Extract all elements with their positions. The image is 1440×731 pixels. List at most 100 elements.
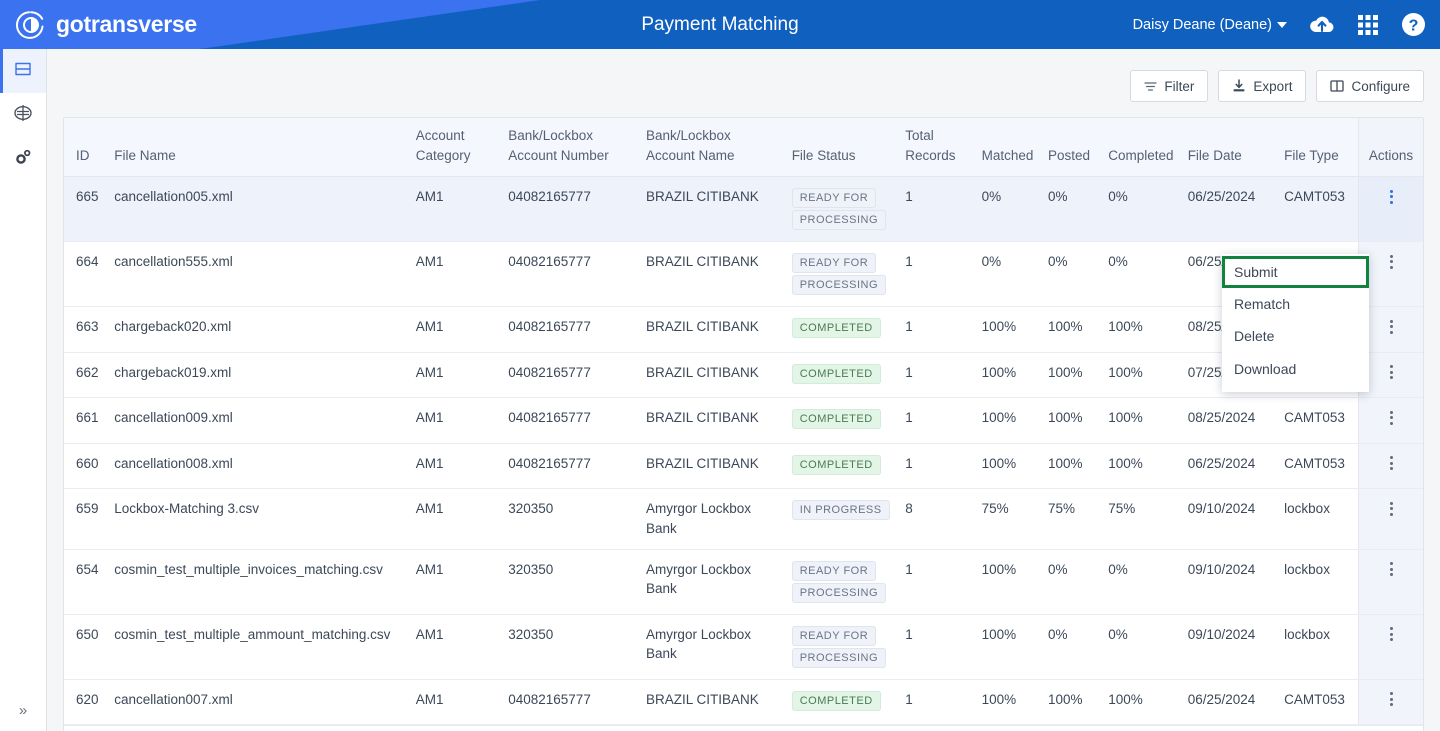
cell-total-records: 1 xyxy=(899,614,976,680)
cell-account-category: AM1 xyxy=(409,443,503,490)
sidebar-item-payment-matching[interactable] xyxy=(0,49,46,93)
row-actions-kebab-icon[interactable] xyxy=(1389,187,1393,206)
cell-posted: 0% xyxy=(1041,549,1103,615)
cell-total-records: 1 xyxy=(899,549,976,615)
row-actions-kebab-icon[interactable] xyxy=(1389,363,1393,382)
table-row[interactable]: 664 cancellation555.xml AM1 04082165777 BRAZ… xyxy=(64,241,1423,308)
table-row[interactable]: 620 cancellation007.xml AM1 04082165777 BRAZ… xyxy=(64,679,1423,726)
cell-total-records: 1 xyxy=(899,679,976,726)
user-name-label: Daisy Deane (Deane) xyxy=(1132,16,1272,33)
cell-matched: 100% xyxy=(975,679,1042,726)
cell-file-name: cosmin_test_multiple_ammount_matching.cs… xyxy=(108,614,410,680)
filter-button[interactable]: Filter xyxy=(1130,70,1209,102)
cell-file-type: CAMT053 xyxy=(1278,679,1359,726)
configure-label: Configure xyxy=(1351,78,1410,94)
menu-item-submit[interactable]: Submit xyxy=(1222,256,1369,289)
table-row[interactable]: 662 chargeback019.xml AM1 04082165777 BRAZIL… xyxy=(64,352,1423,399)
cell-posted: 100% xyxy=(1041,397,1103,444)
cell-account-category: AM1 xyxy=(409,614,503,680)
sidebar-expand-button[interactable]: » xyxy=(0,695,46,725)
cell-account-number: 320350 xyxy=(502,488,640,550)
column-header-posted[interactable]: Posted xyxy=(1041,118,1103,178)
row-actions-kebab-icon[interactable] xyxy=(1389,625,1393,644)
status-badge: COMPLETED xyxy=(791,363,881,384)
cell-file-status: READY FOR PROCESSING xyxy=(785,176,900,243)
column-header-file-status[interactable]: File Status xyxy=(785,118,900,178)
coin-icon xyxy=(13,103,33,128)
cell-file-status: COMPLETED xyxy=(785,352,900,399)
svg-text:?: ? xyxy=(1409,18,1419,35)
table-toolbar: Filter Export Configure xyxy=(63,49,1424,117)
gotransverse-logo-icon xyxy=(16,10,46,40)
brand-logo-area[interactable]: gotransverse xyxy=(16,10,197,40)
column-header-matched[interactable]: Matched xyxy=(975,118,1042,178)
help-circle-icon[interactable]: ? xyxy=(1401,12,1426,37)
table-row[interactable]: 663 chargeback020.xml AM1 04082165777 BRAZIL… xyxy=(64,306,1423,353)
cell-file-status: READY FOR PROCESSING xyxy=(785,614,900,680)
column-header-file-date[interactable]: File Date xyxy=(1181,118,1279,178)
export-button[interactable]: Export xyxy=(1218,70,1307,102)
sidebar-item-settings[interactable] xyxy=(0,137,46,181)
cell-total-records: 1 xyxy=(899,397,976,444)
column-header-id[interactable]: ID xyxy=(64,118,109,178)
row-actions-kebab-icon[interactable] xyxy=(1389,317,1393,336)
cell-account-number: 04082165777 xyxy=(502,679,640,726)
column-header-account-name[interactable]: Bank/Lockbox Account Name xyxy=(639,118,786,178)
cell-id: 662 xyxy=(64,352,109,399)
table-row[interactable]: 660 cancellation008.xml AM1 04082165777 BRAZ… xyxy=(64,443,1423,490)
menu-item-rematch[interactable]: Rematch xyxy=(1222,288,1369,320)
header-actions: Daisy Deane (Deane) ? xyxy=(1133,0,1426,49)
brand-name: gotransverse xyxy=(56,11,197,37)
cell-account-name: BRAZIL CITIBANK xyxy=(639,306,786,353)
column-header-completed[interactable]: Completed xyxy=(1102,118,1182,178)
cell-total-records: 8 xyxy=(899,488,976,550)
cell-account-category: AM1 xyxy=(409,352,503,399)
table-row[interactable]: 654 cosmin_test_multiple_invoices_matchin… xyxy=(64,549,1423,615)
cell-id: 654 xyxy=(64,549,109,615)
cell-actions xyxy=(1358,614,1423,680)
cell-posted: 0% xyxy=(1041,614,1103,680)
cell-completed: 100% xyxy=(1102,306,1182,353)
cell-account-number: 320350 xyxy=(502,549,640,615)
cell-account-name: BRAZIL CITIBANK xyxy=(639,679,786,726)
column-header-total-records[interactable]: Total Records xyxy=(899,118,976,178)
row-actions-menu[interactable]: Submit Rematch Delete Download xyxy=(1222,254,1369,392)
menu-item-delete[interactable]: Delete xyxy=(1222,320,1369,352)
cell-matched: 100% xyxy=(975,397,1042,444)
sidebar-item-billing[interactable] xyxy=(0,93,46,137)
cell-matched: 100% xyxy=(975,352,1042,399)
cell-completed: 0% xyxy=(1102,614,1182,680)
status-badge: COMPLETED xyxy=(791,318,881,339)
cell-actions xyxy=(1358,679,1423,726)
table-footer: 21-30 of 244 items | 10 per page ‹12345…… xyxy=(64,725,1423,731)
row-actions-kebab-icon[interactable] xyxy=(1389,454,1393,473)
cell-id: 660 xyxy=(64,443,109,490)
app-body: » Filter Export Configure ID File Name A… xyxy=(0,49,1440,731)
table-row[interactable]: 665 cancellation005.xml AM1 04082165777 BRAZ… xyxy=(64,176,1423,243)
user-menu-button[interactable]: Daisy Deane (Deane) xyxy=(1133,17,1287,33)
row-actions-kebab-icon[interactable] xyxy=(1389,252,1393,271)
cell-id: 665 xyxy=(64,176,109,243)
column-header-account-category[interactable]: Account Category xyxy=(409,118,503,178)
row-actions-kebab-icon[interactable] xyxy=(1389,408,1393,427)
configure-button[interactable]: Configure xyxy=(1316,70,1424,102)
status-badge: READY FOR PROCESSING xyxy=(791,560,887,603)
row-actions-kebab-icon[interactable] xyxy=(1389,499,1393,518)
cell-account-category: AM1 xyxy=(409,176,503,243)
cell-account-number: 320350 xyxy=(502,614,640,680)
table-row[interactable]: 650 cosmin_test_multiple_ammount_matching… xyxy=(64,614,1423,680)
row-actions-kebab-icon[interactable] xyxy=(1389,560,1393,579)
table-row[interactable]: 659 Lockbox-Matching 3.csv AM1 320350 Amyrgo… xyxy=(64,488,1423,550)
column-header-account-number[interactable]: Bank/Lockbox Account Number xyxy=(502,118,640,178)
cell-account-name: BRAZIL CITIBANK xyxy=(639,176,786,243)
row-actions-kebab-icon[interactable] xyxy=(1389,690,1393,709)
cell-posted: 75% xyxy=(1041,488,1103,550)
apps-grid-icon[interactable] xyxy=(1357,14,1379,36)
column-header-file-type[interactable]: File Type xyxy=(1278,118,1359,178)
column-header-file-name[interactable]: File Name xyxy=(108,118,410,178)
cloud-upload-icon[interactable] xyxy=(1309,14,1335,36)
table-row[interactable]: 661 cancellation009.xml AM1 04082165777 BRAZ… xyxy=(64,397,1423,444)
menu-item-download[interactable]: Download xyxy=(1222,353,1369,385)
cell-file-name: cancellation009.xml xyxy=(108,397,410,444)
cell-matched: 100% xyxy=(975,549,1042,615)
